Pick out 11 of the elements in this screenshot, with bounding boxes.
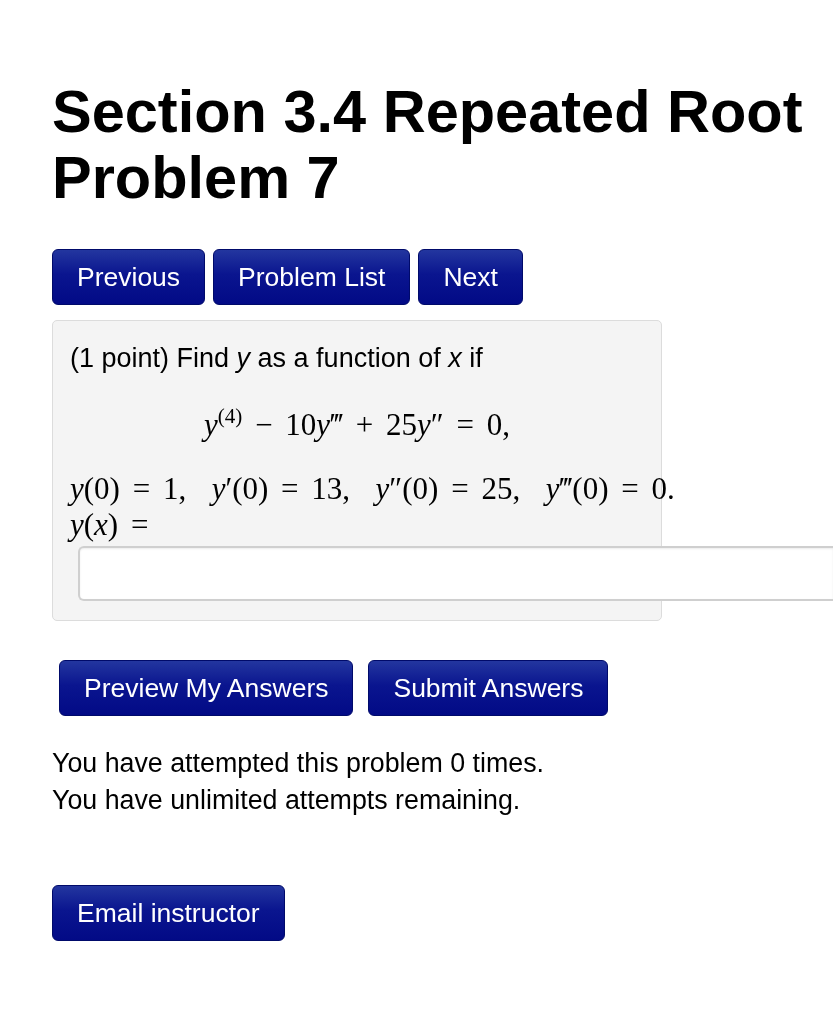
email-button[interactable]: Email instructor — [52, 885, 285, 941]
page-title: Section 3.4 Repeated Root Problem 7 — [52, 79, 804, 211]
answer-button[interactable]: Submit Answers — [368, 660, 609, 716]
answer-button[interactable]: Preview My Answers — [59, 660, 354, 716]
attempts-text: You have unlimited attempts remaining. — [52, 784, 521, 817]
nav-button[interactable]: Problem List — [213, 249, 411, 305]
answer-input[interactable] — [78, 546, 833, 601]
nav-button[interactable]: Next — [418, 249, 523, 305]
problem-statement: (1 point) Find y as a function of x if — [70, 343, 484, 373]
nav-button[interactable]: Previous — [52, 249, 206, 305]
attempts-text: You have attempted this problem 0 times. — [52, 747, 545, 780]
